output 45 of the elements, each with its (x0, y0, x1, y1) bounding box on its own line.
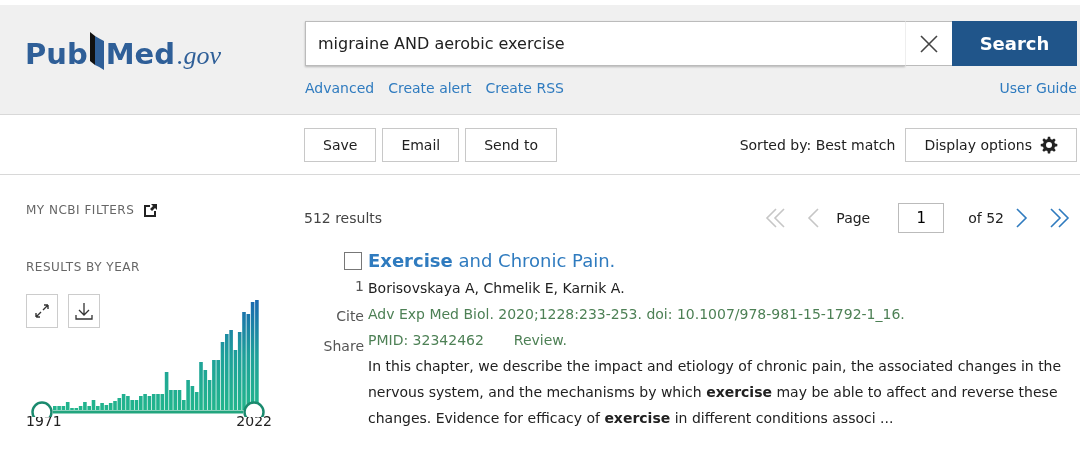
section-title: RESULTS BY YEAR (26, 260, 141, 274)
user-guide-link[interactable]: User Guide (999, 80, 1077, 96)
result-action-link[interactable]: Share (323, 338, 364, 354)
result-title-link[interactable]: Exercise and Chronic Pain. (368, 249, 1080, 273)
chevron-icon (806, 207, 821, 229)
chevron-icon (1048, 207, 1070, 229)
external-link-icon[interactable] (144, 203, 158, 217)
result-number: 1 (355, 278, 364, 294)
close-icon (920, 34, 938, 53)
download-icon (74, 301, 94, 321)
search-link[interactable]: Create alert (388, 80, 472, 96)
result-authors: Borisovskaya A, Chmelik E, Karnik A. (368, 279, 626, 298)
page-field[interactable]: 1 (898, 203, 945, 233)
results-count: 512 results (304, 210, 383, 226)
result-citation: Adv Exp Med Biol. 2020;1228:233-253. doi: 10.1007/978-981-15-1792-1_16. (368, 305, 906, 324)
chevron-icon (1014, 207, 1028, 229)
page-label: Page (836, 210, 871, 226)
search-link[interactable]: Advanced (305, 80, 375, 96)
book-icon (88, 31, 105, 71)
clear-button[interactable] (905, 21, 952, 66)
section-title: MY NCBI FILTERS (26, 203, 135, 217)
expand-icon (34, 303, 50, 319)
range-handle[interactable] (243, 401, 265, 417)
range-handle[interactable] (31, 401, 53, 417)
result-checkbox[interactable] (344, 252, 362, 270)
sort-label: Sorted by: Best match (739, 136, 896, 153)
logo-domain: .gov (176, 41, 221, 71)
action-button[interactable]: Send to (465, 127, 557, 162)
search-button[interactable]: Search (952, 21, 1077, 66)
search-field[interactable]: migraine AND aerobic exercise (305, 21, 905, 66)
chevron-icon (764, 207, 787, 229)
display-options-button[interactable]: Display options (905, 127, 1077, 162)
download-button[interactable] (68, 294, 100, 328)
action-button[interactable]: Email (382, 127, 460, 162)
expand-button[interactable] (26, 294, 58, 328)
action-button[interactable]: Save (304, 127, 377, 162)
result-snippet: In this chapter, we describe the impact and etiology of chronic pain, the associated changes in the nervous system, and the mechanisms by which exercise may be able to affect and reverse these changes. Evidence for efficacy of exercise in different conditions associ ... (368, 357, 1063, 428)
page-total: of 52 (968, 210, 1004, 226)
result-pmid: PMID: 32342462 (368, 331, 484, 350)
logo-text: Med (105, 37, 175, 71)
settings-icon (1040, 135, 1058, 154)
search-link[interactable]: Create RSS (485, 80, 564, 96)
result-action-link[interactable]: Cite (336, 308, 364, 324)
logo-text: Pub (25, 37, 88, 71)
result-type: Review. (513, 331, 567, 350)
